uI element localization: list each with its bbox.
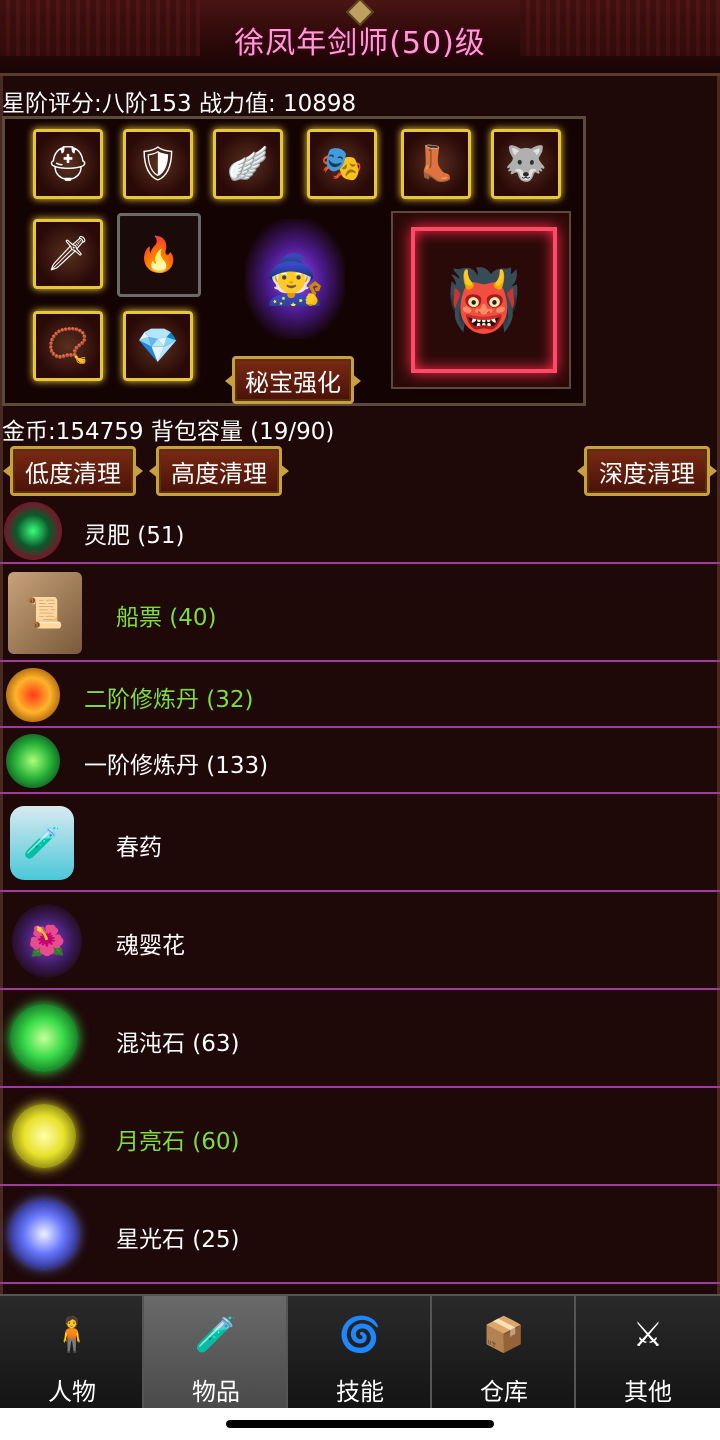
tab-other[interactable]: ⚔ 其他 (576, 1296, 720, 1408)
gold-bag-text: 金币:154759 背包容量 (19/90) (2, 419, 335, 445)
chaos-stone-icon (10, 1004, 78, 1072)
hero-avatar: 🧙 (245, 219, 345, 339)
home-indicator[interactable] (226, 1420, 494, 1428)
belt-icon[interactable]: 💎 (123, 311, 193, 381)
wing-icon[interactable]: 🪽 (213, 129, 283, 199)
character-icon: 🧍 (50, 1315, 94, 1355)
armor-icon[interactable]: 🛡 (123, 129, 193, 199)
item-name: 春药 (116, 835, 162, 861)
beast-mask-icon[interactable]: 🐺 (491, 129, 561, 199)
high-clean-button[interactable]: 高度清理 (156, 446, 282, 496)
tab-warehouse[interactable]: 📦 仓库 (432, 1296, 576, 1408)
necklace-icon[interactable]: 📿 (33, 311, 103, 381)
item-name: 二阶修炼丹 (32) (84, 687, 254, 713)
star-stone-icon (10, 1200, 78, 1268)
pet-demon-icon: 👹 (411, 227, 557, 373)
list-item[interactable]: 月亮石 (60) (0, 1088, 720, 1186)
list-item[interactable]: 星光石 (25) (0, 1186, 720, 1284)
tab-label: 仓库 (480, 1378, 528, 1406)
soul-flower-icon: 🌺 (12, 904, 82, 978)
list-item[interactable]: 灵肥 (51) (0, 498, 720, 564)
list-item[interactable]: 混沌石 (63) (0, 990, 720, 1088)
gold-pill-icon (6, 668, 60, 722)
tab-character[interactable]: 🧍 人物 (0, 1296, 144, 1408)
list-item[interactable]: 二阶修炼丹 (32) (0, 662, 720, 728)
bottom-nav: 🧍 人物 🧪 物品 🌀 技能 📦 仓库 ⚔ 其他 (0, 1294, 720, 1408)
low-clean-button[interactable]: 低度清理 (10, 446, 136, 496)
item-name: 灵肥 (51) (84, 523, 185, 549)
list-item[interactable]: 一阶修炼丹 (133) (0, 728, 720, 794)
item-name: 一阶修炼丹 (133) (84, 753, 269, 779)
list-item[interactable]: 🌺 魂婴花 (0, 892, 720, 990)
skill-icon: 🌀 (338, 1315, 382, 1355)
item-name: 星光石 (25) (116, 1227, 240, 1253)
shoulder-icon[interactable]: 🎭 (307, 129, 377, 199)
page-title: 徐凤年剑师(50)级 (234, 26, 486, 61)
treasure-enhance-button[interactable]: 秘宝强化 (232, 356, 354, 404)
tab-label: 其他 (624, 1378, 672, 1406)
tab-items[interactable]: 🧪 物品 (144, 1296, 288, 1408)
tab-label: 物品 (192, 1378, 240, 1406)
list-item[interactable]: 🧪 春药 (0, 794, 720, 892)
item-name: 魂婴花 (116, 933, 185, 959)
green-pill-icon (6, 734, 60, 788)
scroll-icon: 📜 (8, 572, 82, 654)
tab-label: 技能 (336, 1378, 384, 1406)
potion-bottle-icon: 🧪 (10, 806, 74, 880)
tab-skill[interactable]: 🌀 技能 (288, 1296, 432, 1408)
dagger-icon[interactable]: 🗡 (33, 219, 103, 289)
items-icon: 🧪 (194, 1315, 238, 1355)
flame-sword-icon[interactable]: 🔥 (117, 213, 201, 297)
boots-icon[interactable]: 👢 (401, 129, 471, 199)
list-item[interactable]: 📜 船票 (40) (0, 564, 720, 662)
item-list[interactable]: 灵肥 (51) 📜 船票 (40) 二阶修炼丹 (32) 一阶修炼丹 (133)… (0, 498, 720, 1294)
tab-label: 人物 (48, 1378, 96, 1406)
warehouse-icon: 📦 (482, 1315, 526, 1355)
deep-clean-button[interactable]: 深度清理 (584, 446, 710, 496)
moon-stone-icon (12, 1104, 76, 1168)
pet-frame[interactable]: 👹 (391, 211, 571, 389)
other-icon: ⚔ (632, 1315, 664, 1355)
helmet-icon[interactable]: ⛑ (33, 129, 103, 199)
item-name: 混沌石 (63) (116, 1031, 240, 1057)
title-bar: 徐凤年剑师(50)级 (0, 0, 720, 76)
rating-power-text: 星阶评分:八阶153 战力值: 10898 (2, 91, 357, 117)
item-name: 月亮石 (60) (116, 1129, 240, 1155)
spirit-fertilizer-icon (4, 502, 62, 560)
item-name: 船票 (40) (116, 605, 217, 631)
